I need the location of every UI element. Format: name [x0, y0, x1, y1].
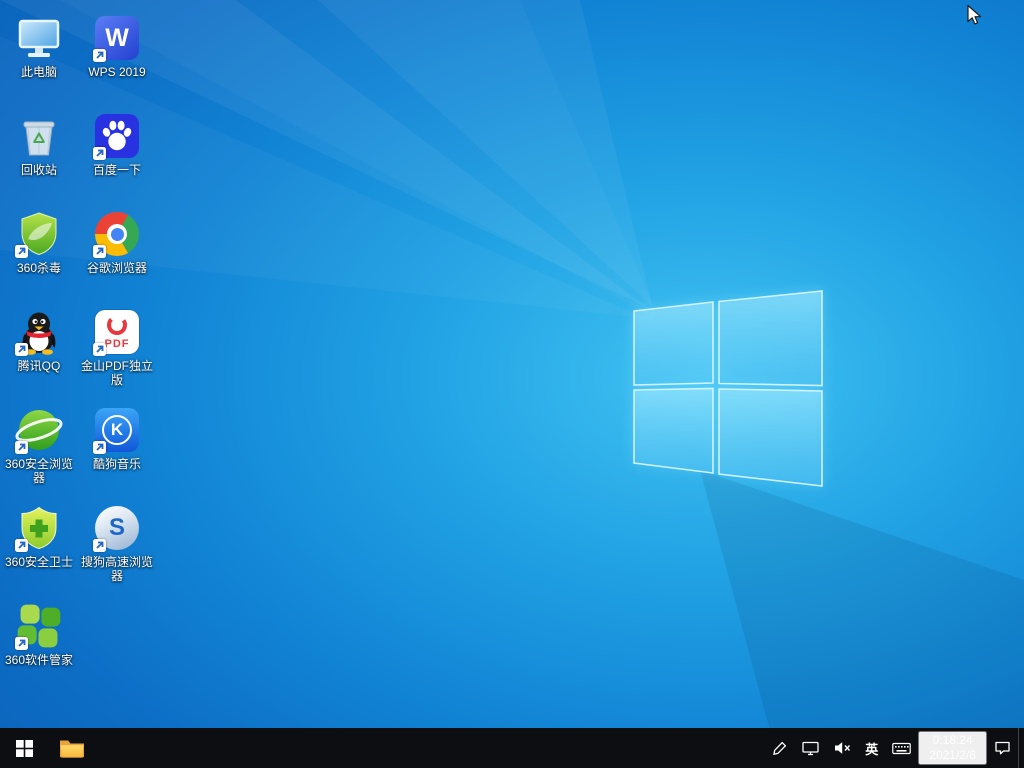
shortcut-arrow-icon [93, 441, 106, 454]
icon-label: 腾讯QQ [18, 359, 61, 373]
system-tray: 英 0:18:24 2021/2/6 [765, 728, 1024, 768]
volume-muted-icon [833, 740, 851, 756]
desktop-icon-sogou-browser[interactable]: S 搜狗高速浏览器 [78, 496, 156, 594]
clock-time: 0:18:24 [933, 733, 973, 748]
wps-icon: W [93, 14, 141, 62]
show-desktop-button[interactable] [1018, 728, 1024, 768]
this-pc-icon [15, 14, 63, 62]
desktop-icon-recycle-bin[interactable]: 回收站 [0, 104, 78, 202]
clock-date: 2021/2/6 [929, 748, 976, 763]
360-antivirus-icon [15, 210, 63, 258]
icon-label: 百度一下 [93, 163, 141, 177]
icon-label: 360安全卫士 [5, 555, 73, 569]
file-explorer-button[interactable] [48, 728, 96, 768]
action-center-button[interactable] [987, 728, 1018, 768]
windows-start-icon [16, 740, 33, 757]
pen-icon [772, 740, 788, 756]
360-software-manager-icon [15, 602, 63, 650]
recycle-bin-icon [15, 112, 63, 160]
desktop-icon-grid: 此电脑 回收站 360杀毒 [0, 6, 156, 692]
icon-label: WPS 2019 [88, 65, 145, 79]
icon-label: 此电脑 [21, 65, 57, 79]
shortcut-arrow-icon [15, 539, 28, 552]
windows-logo [633, 290, 823, 487]
kugou-icon: K [93, 406, 141, 454]
desktop-icon-wps-2019[interactable]: W WPS 2019 [78, 6, 156, 104]
start-button[interactable] [0, 728, 48, 768]
clock[interactable]: 0:18:24 2021/2/6 [918, 731, 987, 765]
desktop-icon-tencent-qq[interactable]: 腾讯QQ [0, 300, 78, 398]
360-browser-icon [15, 406, 63, 454]
shortcut-arrow-icon [93, 49, 106, 62]
shortcut-arrow-icon [93, 245, 106, 258]
icon-label: 360软件管家 [5, 653, 73, 667]
desktop-icon-360-software-manager[interactable]: 360软件管家 [0, 594, 78, 692]
icon-label: 360杀毒 [17, 261, 61, 275]
shortcut-arrow-icon [93, 147, 106, 160]
desktop-icon-kugou-music[interactable]: K 酷狗音乐 [78, 398, 156, 496]
kingsoft-pdf-icon: PDF [93, 308, 141, 356]
kugou-letter: K [111, 420, 123, 440]
shortcut-arrow-icon [15, 637, 28, 650]
baidu-paw-icon [93, 112, 141, 160]
shortcut-arrow-icon [93, 539, 106, 552]
taskbar: 英 0:18:24 2021/2/6 [0, 728, 1024, 768]
keyboard-icon [892, 741, 911, 756]
sogou-letter: S [109, 514, 125, 542]
file-explorer-icon [59, 737, 85, 759]
network-icon [802, 740, 819, 756]
sogou-icon: S [93, 504, 141, 552]
network-tray-button[interactable] [795, 728, 826, 768]
shortcut-arrow-icon [15, 245, 28, 258]
desktop-icon-360-secure-browser[interactable]: 360安全浏览器 [0, 398, 78, 496]
chrome-icon [93, 210, 141, 258]
shortcut-arrow-icon [15, 343, 28, 356]
icon-label: 搜狗高速浏览器 [79, 555, 155, 583]
desktop-icon-baidu[interactable]: 百度一下 [78, 104, 156, 202]
360-safe-guard-icon [15, 504, 63, 552]
shortcut-arrow-icon [93, 343, 106, 356]
wps-letter: W [105, 24, 129, 53]
qq-penguin-icon [15, 308, 63, 356]
desktop-icon-360-safe-guard[interactable]: 360安全卫士 [0, 496, 78, 594]
desktop-icon-this-pc[interactable]: 此电脑 [0, 6, 78, 104]
mouse-cursor [966, 4, 988, 28]
shortcut-arrow-icon [15, 441, 28, 454]
desktop-icon-kingsoft-pdf[interactable]: PDF 金山PDF独立版 [78, 300, 156, 398]
pen-tray-button[interactable] [765, 728, 795, 768]
desktop-icon-google-chrome[interactable]: 谷歌浏览器 [78, 202, 156, 300]
icon-label: 回收站 [21, 163, 57, 177]
volume-tray-button[interactable] [826, 728, 858, 768]
icon-label: 金山PDF独立版 [79, 359, 155, 387]
ime-indicator[interactable]: 英 [858, 728, 885, 768]
touch-keyboard-button[interactable] [885, 728, 918, 768]
icon-label: 酷狗音乐 [93, 457, 141, 471]
icon-label: 360安全浏览器 [1, 457, 77, 485]
desktop-icon-360-antivirus[interactable]: 360杀毒 [0, 202, 78, 300]
icon-label: 谷歌浏览器 [87, 261, 147, 275]
action-center-icon [994, 740, 1011, 756]
